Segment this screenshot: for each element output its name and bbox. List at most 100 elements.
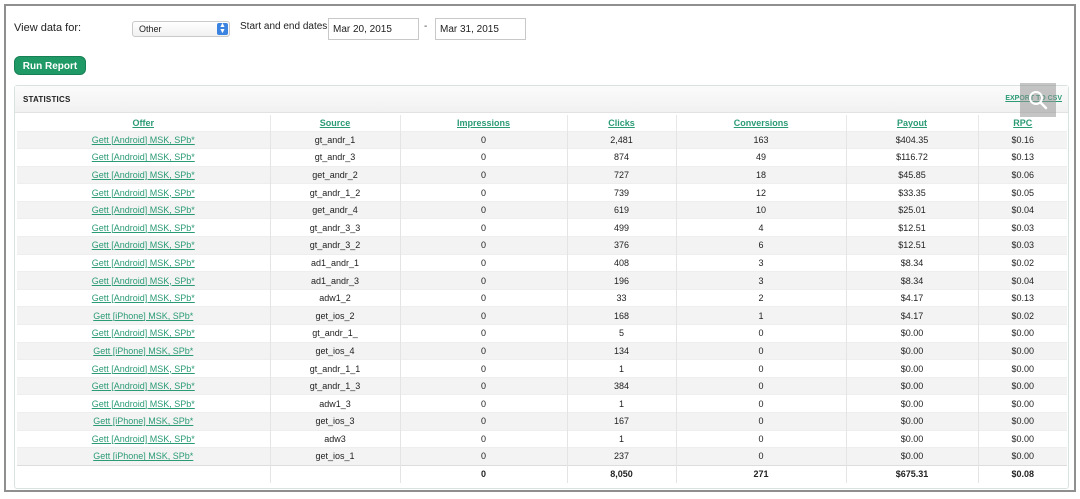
end-date-input[interactable]: Mar 31, 2015 [435, 18, 526, 40]
table-row: Gett [Android] MSK, SPb* gt_andr_1_1 0 1 0 $0… [17, 359, 1067, 378]
column-header-offer[interactable]: Offer [17, 115, 271, 131]
view-data-select[interactable]: Other ▲ ▼ [132, 21, 230, 37]
run-report-button[interactable]: Run Report [14, 56, 86, 75]
table-row: Gett [Android] MSK, SPb* gt_andr_1_3 0 384 0… [17, 376, 1067, 395]
table-row: Gett [Android] MSK, SPb* gt_andr_3_3 0 499 4… [17, 218, 1067, 237]
rpc-cell: $0.00 [978, 359, 1067, 378]
total-offer-cell [17, 464, 271, 483]
offer-cell[interactable]: Gett [Android] MSK, SPb* [17, 236, 271, 255]
clicks-cell: 874 [567, 148, 677, 167]
payout-cell: $12.51 [846, 236, 979, 255]
clicks-cell: 5 [567, 324, 677, 343]
impressions-cell: 0 [400, 341, 568, 360]
column-header-source[interactable]: Source [270, 115, 401, 131]
source-cell: gt_andr_1_3 [270, 376, 401, 395]
clicks-cell: 2,481 [567, 130, 677, 149]
table-row: Gett [Android] MSK, SPb* gt_andr_3_2 0 376 6… [17, 236, 1067, 255]
source-cell: gt_andr_1_ [270, 324, 401, 343]
offer-cell[interactable]: Gett [Android] MSK, SPb* [17, 183, 271, 202]
total-rpc-cell: $0.08 [978, 464, 1067, 483]
total-impressions-cell: 0 [400, 464, 568, 483]
date-separator: - [424, 21, 428, 32]
payout-cell: $0.00 [846, 324, 979, 343]
payout-cell: $4.17 [846, 288, 979, 307]
clicks-cell: 376 [567, 236, 677, 255]
payout-cell: $0.00 [846, 394, 979, 413]
conversions-cell: 3 [676, 271, 847, 290]
impressions-cell: 0 [400, 429, 568, 448]
impressions-cell: 0 [400, 148, 568, 167]
column-header-rpc[interactable]: RPC [978, 115, 1067, 131]
offer-cell[interactable]: Gett [Android] MSK, SPb* [17, 376, 271, 395]
payout-cell: $116.72 [846, 148, 979, 167]
source-cell: ad1_andr_1 [270, 253, 401, 272]
offer-cell[interactable]: Gett [Android] MSK, SPb* [17, 288, 271, 307]
offer-cell[interactable]: Gett [Android] MSK, SPb* [17, 359, 271, 378]
table-row: Gett [Android] MSK, SPb* ad1_andr_1 0 408 3 $… [17, 253, 1067, 272]
impressions-cell: 0 [400, 253, 568, 272]
offer-cell[interactable]: Gett [Android] MSK, SPb* [17, 324, 271, 343]
conversions-cell: 0 [676, 376, 847, 395]
clicks-cell: 619 [567, 200, 677, 219]
clicks-cell: 739 [567, 183, 677, 202]
view-data-value: Other [139, 24, 162, 34]
rpc-cell: $0.03 [978, 236, 1067, 255]
payout-cell: $45.85 [846, 165, 979, 184]
rpc-cell: $0.00 [978, 324, 1067, 343]
table-row: Gett [iPhone] MSK, SPb* get_ios_4 0 134 0 $0.… [17, 341, 1067, 360]
source-cell: adw1_2 [270, 288, 401, 307]
clicks-cell: 408 [567, 253, 677, 272]
rpc-cell: $0.00 [978, 429, 1067, 448]
source-cell: get_ios_4 [270, 341, 401, 360]
offer-cell[interactable]: Gett [iPhone] MSK, SPb* [17, 306, 271, 325]
offer-cell[interactable]: Gett [Android] MSK, SPb* [17, 218, 271, 237]
offer-cell[interactable]: Gett [Android] MSK, SPb* [17, 165, 271, 184]
offer-cell[interactable]: Gett [iPhone] MSK, SPb* [17, 447, 271, 466]
table-row: Gett [Android] MSK, SPb* gt_andr_1_2 0 739 1… [17, 183, 1067, 202]
clicks-cell: 167 [567, 412, 677, 431]
clicks-cell: 168 [567, 306, 677, 325]
conversions-cell: 0 [676, 324, 847, 343]
source-cell: get_andr_4 [270, 200, 401, 219]
conversions-cell: 0 [676, 394, 847, 413]
impressions-cell: 0 [400, 218, 568, 237]
total-conversions-cell: 271 [676, 464, 847, 483]
source-cell: adw3 [270, 429, 401, 448]
column-header-impressions[interactable]: Impressions [400, 115, 568, 131]
source-cell: get_andr_2 [270, 165, 401, 184]
offer-cell[interactable]: Gett [Android] MSK, SPb* [17, 200, 271, 219]
source-cell: get_ios_2 [270, 306, 401, 325]
payout-cell: $12.51 [846, 218, 979, 237]
column-header-clicks[interactable]: Clicks [567, 115, 677, 131]
offer-cell[interactable]: Gett [Android] MSK, SPb* [17, 271, 271, 290]
offer-cell[interactable]: Gett [Android] MSK, SPb* [17, 429, 271, 448]
conversions-cell: 18 [676, 165, 847, 184]
zoom-in-icon[interactable] [1020, 83, 1056, 117]
table-row: Gett [Android] MSK, SPb* ad1_andr_3 0 196 3 $… [17, 271, 1067, 290]
offer-cell[interactable]: Gett [Android] MSK, SPb* [17, 130, 271, 149]
conversions-cell: 1 [676, 306, 847, 325]
payout-cell: $0.00 [846, 376, 979, 395]
table-header-row: Offer Source Impressions Clicks Conversions P… [17, 115, 1067, 131]
impressions-cell: 0 [400, 306, 568, 325]
column-header-payout[interactable]: Payout [846, 115, 979, 131]
impressions-cell: 0 [400, 412, 568, 431]
offer-cell[interactable]: Gett [Android] MSK, SPb* [17, 253, 271, 272]
conversions-cell: 12 [676, 183, 847, 202]
table-row: Gett [Android] MSK, SPb* gt_andr_1_ 0 5 0 $0.… [17, 324, 1067, 343]
offer-cell[interactable]: Gett [Android] MSK, SPb* [17, 394, 271, 413]
conversions-cell: 0 [676, 341, 847, 360]
statistics-table: Offer Source Impressions Clicks Conversions P… [17, 115, 1067, 483]
conversions-cell: 10 [676, 200, 847, 219]
start-date-input[interactable]: Mar 20, 2015 [328, 18, 419, 40]
table-row: Gett [Android] MSK, SPb* gt_andr_1 0 2,481 1… [17, 130, 1067, 149]
offer-cell[interactable]: Gett [iPhone] MSK, SPb* [17, 412, 271, 431]
offer-cell[interactable]: Gett [iPhone] MSK, SPb* [17, 341, 271, 360]
impressions-cell: 0 [400, 130, 568, 149]
clicks-cell: 237 [567, 447, 677, 466]
offer-cell[interactable]: Gett [Android] MSK, SPb* [17, 148, 271, 167]
column-header-conversions[interactable]: Conversions [676, 115, 847, 131]
payout-cell: $0.00 [846, 412, 979, 431]
source-cell: gt_andr_1_2 [270, 183, 401, 202]
table-row: Gett [iPhone] MSK, SPb* get_ios_3 0 167 0 $0.… [17, 412, 1067, 431]
